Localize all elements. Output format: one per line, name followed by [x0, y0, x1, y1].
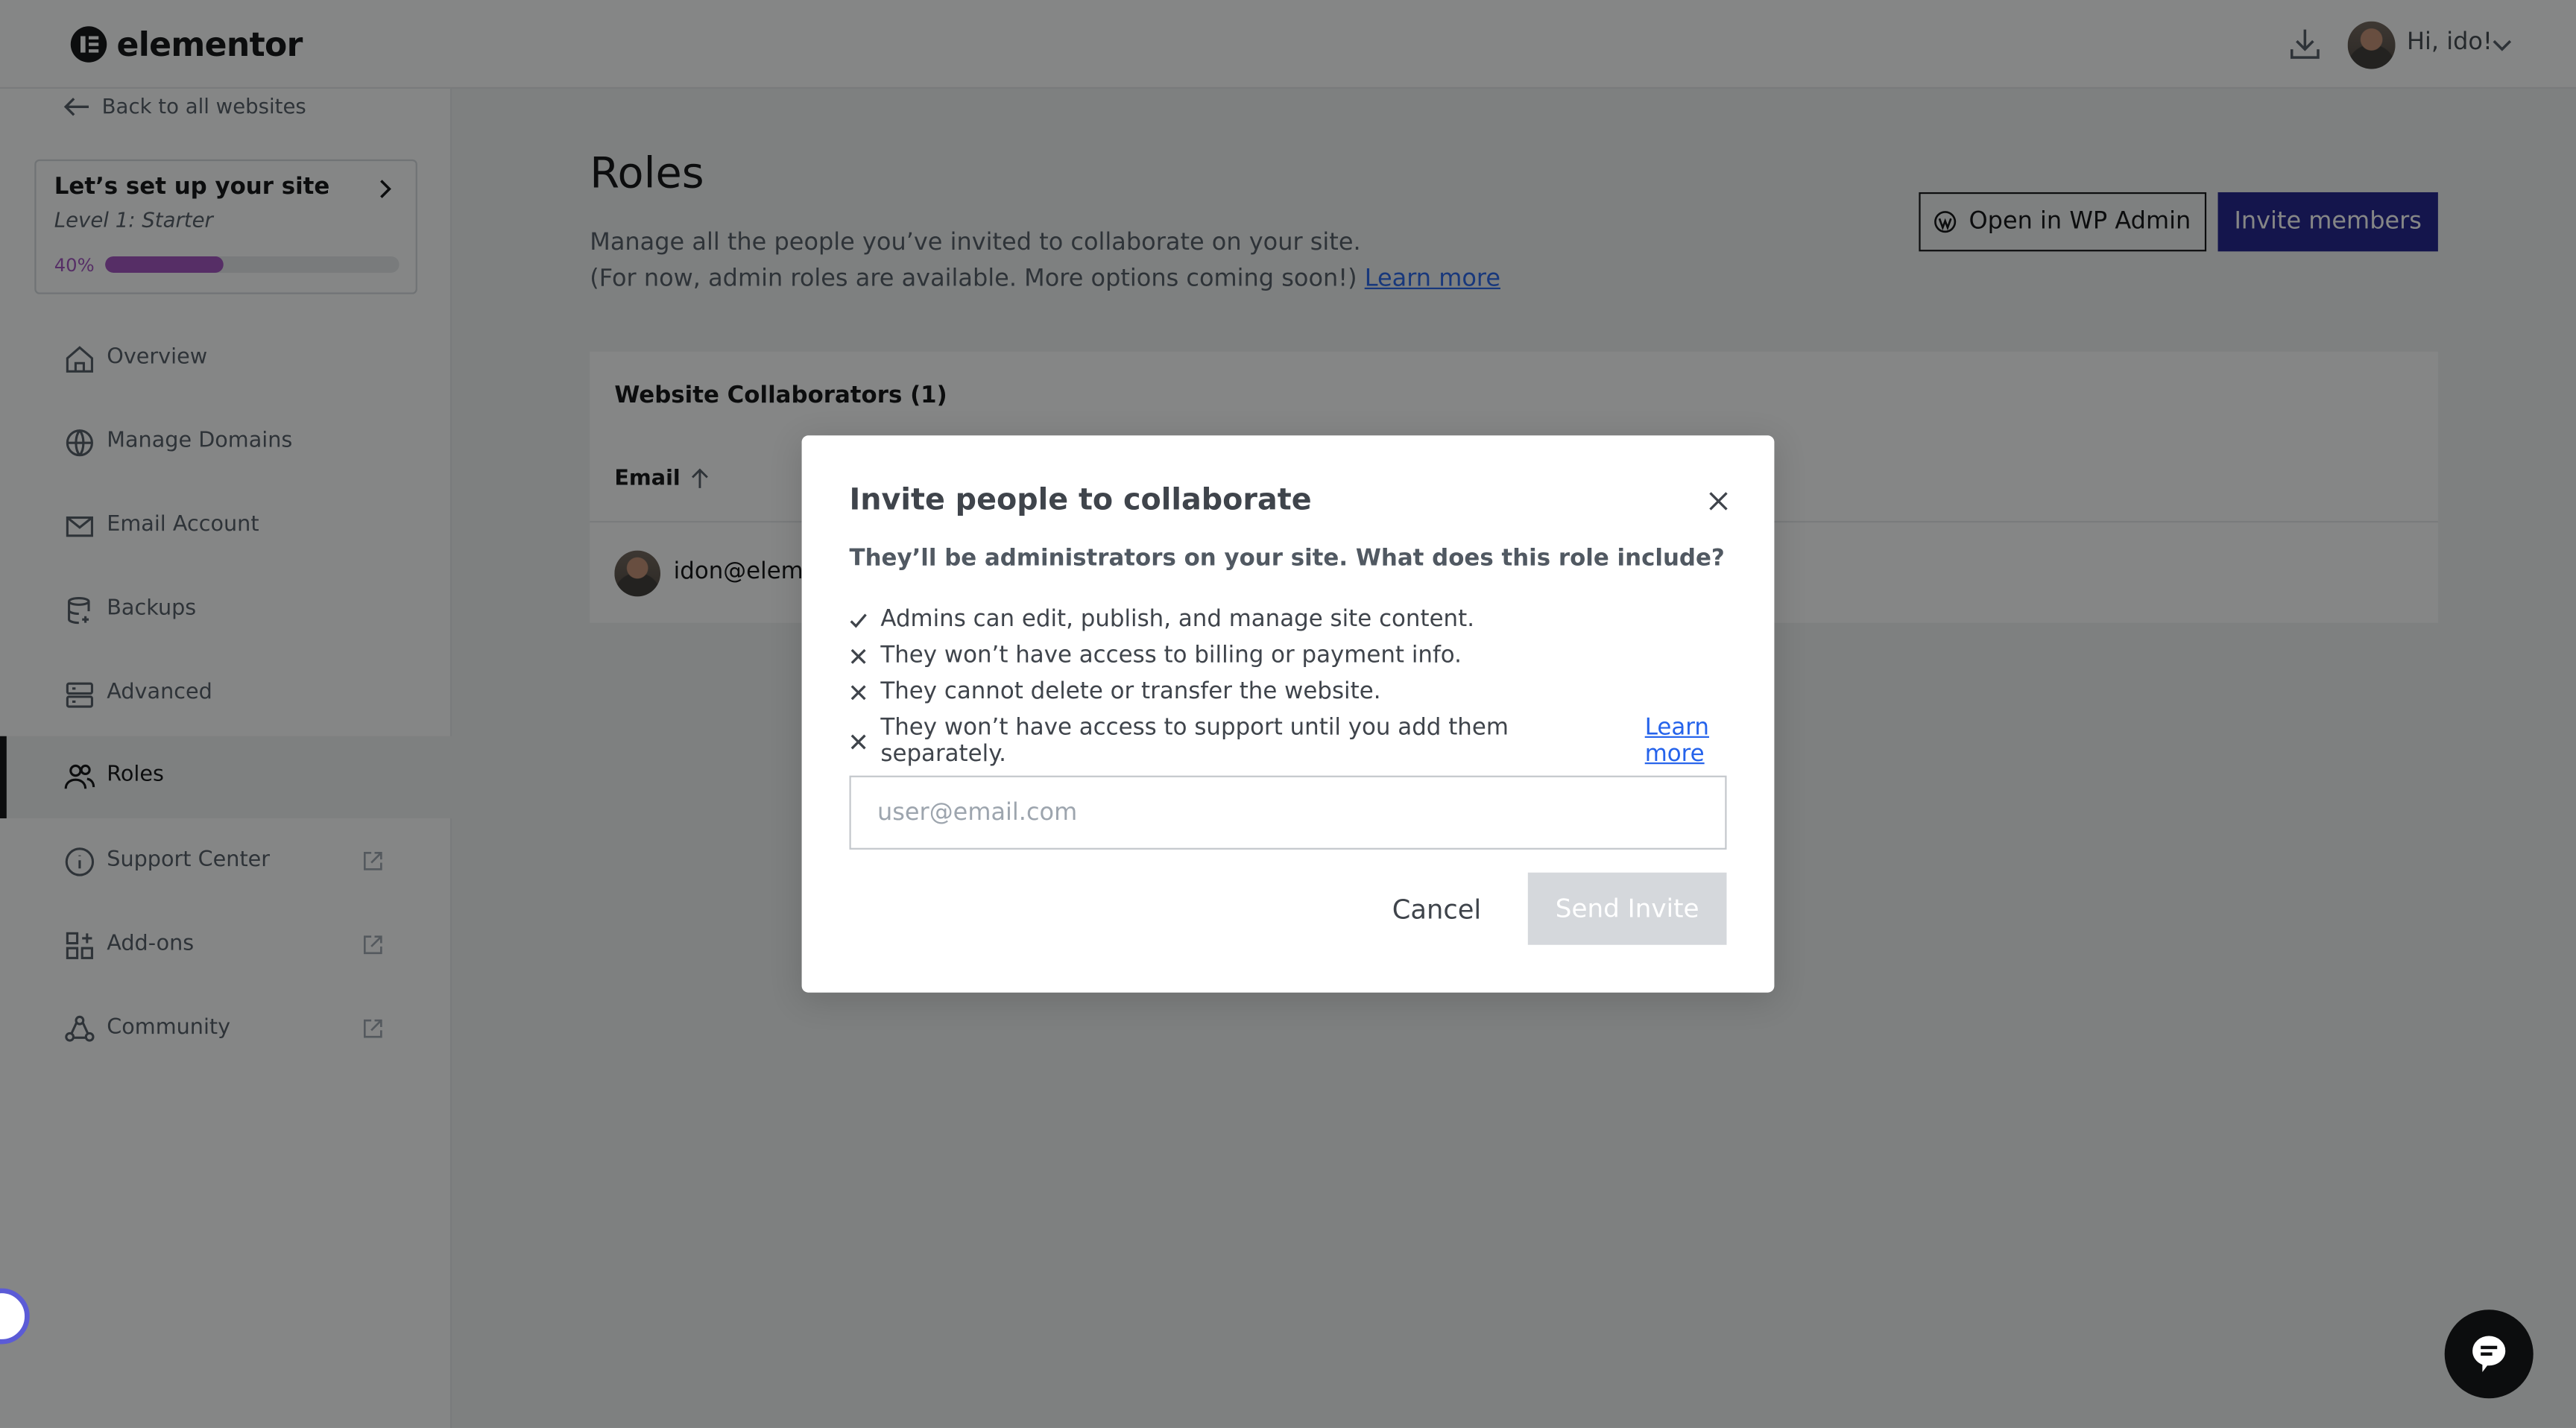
rule-text: They cannot delete or transfer the websi…: [880, 678, 1381, 705]
cross-icon: [850, 648, 866, 663]
chat-bubble-icon: [2472, 1336, 2506, 1373]
cross-icon: [850, 684, 866, 700]
support-learn-more-link[interactable]: Learn more: [1645, 715, 1775, 768]
cross-icon: [850, 733, 866, 749]
chat-button[interactable]: [2444, 1309, 2534, 1399]
invite-modal: Invite people to collaborate They’ll be …: [801, 435, 1775, 993]
role-rule-item: They won’t have access to support until …: [850, 715, 1775, 768]
cancel-button[interactable]: Cancel: [1368, 873, 1505, 945]
modal-subtitle: They’ll be administrators on your site. …: [849, 545, 1725, 572]
email-input[interactable]: [849, 775, 1727, 850]
role-rule-item: Admins can edit, publish, and manage sit…: [850, 606, 1475, 633]
rule-text: They won’t have access to billing or pay…: [880, 642, 1462, 669]
rule-text: Admins can edit, publish, and manage sit…: [880, 606, 1475, 633]
check-icon: [850, 613, 867, 628]
rule-text: They won’t have access to support until …: [880, 715, 1509, 768]
role-rule-item: They cannot delete or transfer the websi…: [850, 679, 1381, 705]
send-invite-button[interactable]: Send Invite: [1527, 872, 1727, 945]
role-rule-item: They won’t have access to billing or pay…: [850, 642, 1462, 669]
close-icon[interactable]: [1707, 490, 1730, 513]
modal-title: Invite people to collaborate: [849, 483, 1312, 518]
